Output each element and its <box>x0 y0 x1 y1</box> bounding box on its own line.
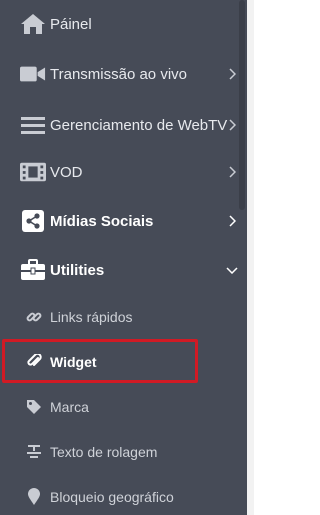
sidebar-item-utilities[interactable]: Utilities <box>0 257 247 283</box>
sidebar-item-label: Transmissão ao vivo <box>50 65 187 83</box>
chevron-right-icon <box>225 214 239 228</box>
widget-highlight-frame <box>2 339 198 383</box>
sidebar-item-transmissao[interactable]: Transmissão ao vivo <box>0 61 247 87</box>
sidebar-item-vod[interactable]: VOD <box>0 159 247 185</box>
sidebar-item-label: Mídias Sociais <box>50 212 154 230</box>
content-edge <box>247 0 254 515</box>
chevron-down-icon <box>225 263 239 277</box>
video-camera-icon <box>20 61 46 87</box>
sidebar-subitem-texto-rolagem[interactable]: Texto de rolagem <box>0 441 247 463</box>
sidebar-item-painel[interactable]: Páinel <box>0 11 247 37</box>
sidebar-item-gerenciamento[interactable]: Gerenciamento de WebTV <box>0 112 247 138</box>
toolbox-icon <box>20 257 46 283</box>
chevron-right-icon <box>225 67 239 81</box>
sidebar-nav: Páinel Transmissão ao vivo Gerenciamento… <box>0 0 247 515</box>
share-icon <box>20 208 46 234</box>
sidebar-scrollbar[interactable] <box>239 0 245 210</box>
sidebar-item-label: Utilities <box>50 261 105 279</box>
sidebar-item-label: Links rápidos <box>50 309 133 325</box>
sidebar-item-label: Marca <box>50 399 89 415</box>
menu-bars-icon <box>20 112 46 138</box>
sidebar-subitem-links-rapidos[interactable]: Links rápidos <box>0 306 247 328</box>
map-pin-icon <box>23 486 45 508</box>
text-scroll-icon <box>23 441 45 463</box>
link-icon <box>23 306 45 328</box>
sidebar-item-midias-sociais[interactable]: Mídias Sociais <box>0 208 247 234</box>
film-icon <box>20 159 46 185</box>
sidebar-item-label: Páinel <box>50 15 92 33</box>
sidebar-subitem-bloqueio[interactable]: Bloqueio geográfico <box>0 486 247 508</box>
chevron-right-icon <box>225 118 239 132</box>
sidebar-item-label: VOD <box>50 163 83 181</box>
sidebar-item-label: Gerenciamento de WebTV <box>50 116 228 134</box>
sidebar-item-label: Texto de rolagem <box>50 444 158 460</box>
chevron-right-icon <box>225 165 239 179</box>
tag-icon <box>23 396 45 418</box>
sidebar-item-label: Bloqueio geográfico <box>50 489 174 505</box>
home-icon <box>20 11 46 37</box>
sidebar-subitem-marca[interactable]: Marca <box>0 396 247 418</box>
